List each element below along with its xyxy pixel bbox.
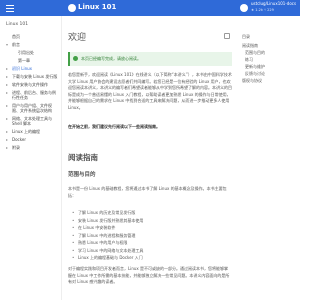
toc-list: 阅读指南 范围与目的 练习 更新与维护 反馈与讨论 版权与协议 bbox=[242, 42, 298, 84]
sidebar-item[interactable]: ▸ 下载与安装 Linux 发行版 bbox=[3, 72, 61, 80]
sidebar-item-label: 网络、文本处理工具与 Shell 脚本 bbox=[12, 115, 52, 126]
list-item: 了解 Linux 的历史及常见发行版 bbox=[72, 209, 232, 217]
closing-paragraph: 对于编程实践和项目开发者而言，Linux 是不可或缺的一部分。通过阅读本书，您将… bbox=[68, 266, 230, 284]
toc-item[interactable]: 更新与维护 bbox=[242, 63, 298, 70]
section-heading: 阅读指南 bbox=[68, 153, 98, 162]
sidebar-item-label: 引用出处 bbox=[18, 49, 34, 55]
bold-intro-line: 在开始之前，我们建议先行阅读以下一些阅读指南。 bbox=[68, 124, 160, 129]
toc-item[interactable]: 练习 bbox=[242, 56, 298, 63]
left-nav: Linux 101 首页 ▾ 前言 引用出处第一章 ▸ 初识 Linux ▸ 下载与安装 Li… bbox=[0, 16, 62, 300]
toc-item[interactable]: 阅读指南 bbox=[242, 42, 298, 49]
sidebar-item[interactable]: ▸ 软件安装与文件操作 bbox=[3, 80, 61, 88]
sidebar-item[interactable]: ▸ 初识 Linux bbox=[3, 64, 61, 72]
sidebar-item-label: 前言 bbox=[12, 41, 20, 47]
site-title[interactable]: Linux 101 bbox=[78, 3, 116, 11]
sidebar-item[interactable]: ▸ 用户与用户组、文件权限、文件系统层次结构 bbox=[3, 101, 61, 114]
repo-name: ustclug/Linux101-docs bbox=[251, 1, 297, 6]
status-notice: 本页已经编写完成，请放心阅读。 bbox=[68, 52, 232, 66]
page-title: 欢迎 bbox=[68, 33, 87, 43]
list-item: 在 Linux 中安装软件 bbox=[72, 224, 232, 232]
toc-title: 目录 bbox=[242, 34, 250, 39]
repo-link[interactable]: ustclug/Linux101-docs ★ 1.2k ⑂ 229 bbox=[240, 1, 300, 14]
list-item: 了解 Linux 中的进程和服务管理 bbox=[72, 232, 232, 240]
check-icon bbox=[73, 56, 78, 61]
intro-paragraph: 若您是新手，欢迎阅读《Linux 101》在线讲义（以下简称“本讲义”），本书由… bbox=[68, 72, 232, 110]
site-logo-icon[interactable] bbox=[68, 4, 76, 12]
notice-text: 本页已经编写完成，请放心阅读。 bbox=[81, 56, 141, 61]
toc-item[interactable]: 反馈与讨论 bbox=[242, 70, 298, 77]
sidebar-item[interactable]: ▸ 进程、前后台、服务与例行性任务 bbox=[3, 88, 61, 101]
sub-heading: 范围与目的 bbox=[68, 172, 96, 178]
sidebar-item-label: 下载与安装 Linux 发行版 bbox=[12, 73, 58, 79]
sidebar-item[interactable]: ▾ 前言 bbox=[3, 40, 61, 48]
nav-title: Linux 101 bbox=[6, 22, 29, 27]
sidebar-item-label: Linux 上的编程 bbox=[12, 128, 41, 134]
top-header: Linux 101 ustclug/Linux101-docs ★ 1.2k ⑂… bbox=[0, 0, 300, 16]
list-item: 学习 Linux 中的网络与文本处理工具 bbox=[72, 247, 232, 255]
table-of-contents: 目录 阅读指南 范围与目的 练习 更新与维护 反馈与讨论 版权与协议 bbox=[238, 16, 300, 300]
sidebar-item-label: 进程、前后台、服务与例行性任务 bbox=[12, 89, 56, 100]
github-icon bbox=[240, 4, 248, 12]
list-item: Linux 上的编程基础与 Docker 入门 bbox=[72, 254, 232, 262]
toc-item[interactable]: 范围与目的 bbox=[242, 49, 298, 56]
sidebar-item-label: 用户与用户组、文件权限、文件系统层次结构 bbox=[12, 102, 52, 113]
sidebar-item[interactable]: ▸ 附录 bbox=[3, 143, 61, 151]
toc-item[interactable]: 版权与协议 bbox=[242, 77, 298, 84]
sidebar-item-label: 附录 bbox=[12, 144, 20, 150]
nav-list: 首页 ▾ 前言 引用出处第一章 ▸ 初识 Linux ▸ 下载与安装 Linux 发行版 ▸ 软件… bbox=[3, 32, 61, 151]
scope-list: 了解 Linux 的历史及常见发行版安装 Linux 发行版并熟悉其基本使用在 … bbox=[72, 209, 232, 262]
sidebar-item-label: Docker bbox=[12, 136, 27, 142]
sidebar-item-label: 初识 Linux bbox=[12, 65, 33, 71]
sidebar-item[interactable]: 首页 bbox=[3, 32, 61, 40]
repo-stats: ★ 1.2k ⑂ 229 bbox=[251, 8, 274, 12]
sidebar-item-label: 第一章 bbox=[18, 57, 30, 63]
edit-page-icon[interactable] bbox=[224, 33, 230, 39]
sidebar-item[interactable]: ▸ 网络、文本处理工具与 Shell 脚本 bbox=[3, 114, 61, 127]
sidebar-item[interactable]: 第一章 bbox=[3, 56, 61, 64]
main-content: 欢迎 本页已经编写完成，请放心阅读。 若您是新手，欢迎阅读《Linux 101》… bbox=[64, 16, 236, 300]
sidebar-item-label: 首页 bbox=[12, 33, 20, 39]
sidebar-item[interactable]: ▸ Linux 上的编程 bbox=[3, 127, 61, 135]
list-item: 安装 Linux 发行版并熟悉其基本使用 bbox=[72, 217, 232, 225]
sidebar-item-label: 软件安装与文件操作 bbox=[12, 81, 48, 87]
sidebar-item[interactable]: 引用出处 bbox=[3, 48, 61, 56]
scope-line: 本书是一份 Linux 的基础教程，您将通过本书了解 Linux 的基本概念及操… bbox=[68, 186, 227, 198]
sidebar-item[interactable]: ▸ Docker bbox=[3, 135, 61, 143]
list-item: 熟悉 Linux 中的用户与权限 bbox=[72, 239, 232, 247]
menu-icon[interactable] bbox=[6, 5, 14, 12]
